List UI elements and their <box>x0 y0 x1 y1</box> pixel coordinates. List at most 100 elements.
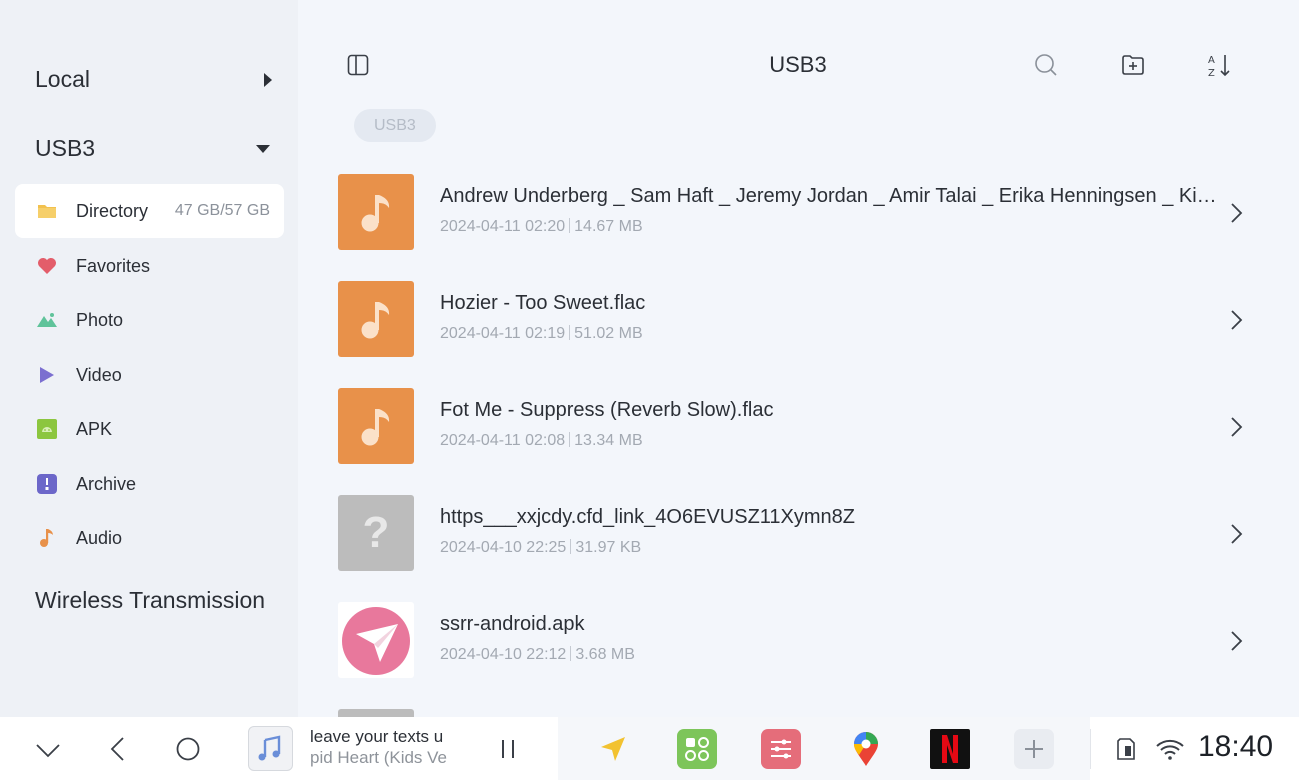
expand-arrow-icon <box>264 72 272 87</box>
wifi-status[interactable] <box>1154 717 1186 780</box>
play-icon <box>37 365 57 385</box>
file-date: 2024-04-10 22:12 <box>440 646 567 663</box>
navigation-arrow-icon <box>601 736 625 761</box>
wireless-label: Wireless Transmission <box>35 587 266 613</box>
sidebar-item-archive[interactable]: Archive <box>15 457 284 511</box>
equalizer-app-button[interactable] <box>760 717 802 780</box>
sidebar-item-directory[interactable]: Directory 47 GB/57 GB <box>15 184 284 238</box>
chevron-right-icon <box>1231 417 1243 437</box>
add-app-button[interactable] <box>1013 717 1055 780</box>
apk-file-thumbnail <box>338 602 414 678</box>
question-mark-icon: ? <box>362 508 390 557</box>
pause-button[interactable] <box>492 717 524 780</box>
file-size: 3.68 MB <box>575 646 635 663</box>
sidebar-item-label: Video <box>76 364 122 385</box>
new-folder-button[interactable] <box>1118 50 1148 80</box>
add-folder-icon <box>1122 55 1144 75</box>
search-button[interactable] <box>1031 50 1061 80</box>
netflix-app-button[interactable] <box>929 717 971 780</box>
file-row[interactable]: Andrew Underberg _ Sam Haft _ Jeremy Jor… <box>338 174 1268 264</box>
sidebar-toggle-icon <box>347 54 369 76</box>
landscape-icon <box>37 310 57 330</box>
launcher-app-button[interactable] <box>676 717 718 780</box>
pause-icon <box>502 739 514 758</box>
now-playing-line2: pid Heart (Kids Ve <box>310 748 448 767</box>
local-storage-header[interactable]: Local <box>35 66 272 93</box>
music-note-icon <box>361 195 390 232</box>
file-row[interactable]: Hozier - Too Sweet.flac 2024-04-11 02:19… <box>338 281 1268 371</box>
now-playing-line1: leave your texts u <box>310 727 444 746</box>
usb-storage-header[interactable]: USB3 <box>35 135 272 162</box>
sidebar-item-label: Archive <box>76 473 137 494</box>
app-dock <box>558 717 1090 780</box>
local-label: Local <box>35 66 90 92</box>
hide-bar-button[interactable] <box>28 717 68 780</box>
file-row-partial[interactable] <box>338 709 1268 717</box>
storage-status[interactable] <box>1112 717 1140 780</box>
breadcrumb[interactable]: USB3 <box>354 109 436 142</box>
sidebar-item-audio[interactable]: Audio <box>15 511 284 565</box>
file-size: 13.34 MB <box>574 432 643 449</box>
file-name: Fot Me - Suppress (Reverb Slow).flac <box>440 399 774 421</box>
sidebar-item-label: Photo <box>76 309 124 330</box>
file-thumbnail <box>338 709 414 717</box>
file-name: https___xxjcdy.cfd_link_4O6EVUSZ11Xymn8Z <box>440 506 856 528</box>
file-size: 31.97 KB <box>575 539 642 556</box>
sidebar-item-label: Directory <box>76 200 149 221</box>
sidebar-item-label: APK <box>76 418 113 439</box>
grid-app-icon <box>677 728 717 769</box>
music-note-icon <box>37 528 57 548</box>
chevron-down-icon <box>36 743 60 757</box>
home-circle-icon <box>176 737 200 760</box>
back-button[interactable] <box>100 717 136 780</box>
android-icon <box>37 419 57 439</box>
bar-divider <box>1090 729 1091 769</box>
sd-card-icon <box>1117 737 1135 760</box>
home-button[interactable] <box>168 717 208 780</box>
file-row[interactable]: ssrr-android.apk 2024-04-10 22:12 3.68 MB <box>338 602 1268 692</box>
music-note-icon <box>361 302 390 339</box>
sidebar-item-favorites[interactable]: Favorites <box>15 239 284 293</box>
music-player-icon <box>247 726 293 771</box>
page-title: USB3 <box>769 52 827 77</box>
plus-icon <box>1014 728 1054 769</box>
map-pin-icon <box>854 731 878 766</box>
sidebar-item-label: Favorites <box>76 255 151 276</box>
sort-button[interactable]: A Z <box>1205 50 1235 80</box>
sidebar-item-video[interactable]: Video <box>15 348 284 402</box>
music-note-icon <box>361 409 390 446</box>
usb-label: USB3 <box>35 135 96 161</box>
file-date: 2024-04-11 02:08 <box>440 432 566 449</box>
file-meta: 2024-04-11 02:19 51.02 MB <box>440 325 643 343</box>
navigation-app-button[interactable] <box>592 717 634 780</box>
wifi-icon <box>1156 739 1184 760</box>
chevron-right-icon <box>1231 203 1243 223</box>
sort-az-icon: A Z <box>1208 55 1230 78</box>
audio-file-thumbnail <box>338 388 414 464</box>
music-app-button[interactable] <box>247 717 293 780</box>
file-row[interactable]: Fot Me - Suppress (Reverb Slow).flac 202… <box>338 388 1268 478</box>
audio-file-thumbnail <box>338 174 414 250</box>
audio-file-thumbnail <box>338 281 414 357</box>
sidebar-item-apk[interactable]: APK <box>15 402 284 456</box>
file-date: 2024-04-10 22:25 <box>440 539 567 556</box>
search-icon <box>1035 54 1057 76</box>
file-meta: 2024-04-10 22:25 31.97 KB <box>440 539 641 557</box>
archive-icon <box>37 474 57 494</box>
file-list-panel: USB3 A Z USB3 Andrew Underberg _ Sam Haf… <box>298 0 1299 717</box>
file-meta: 2024-04-11 02:20 14.67 MB <box>440 218 643 236</box>
wireless-transmission[interactable]: Wireless Transmission <box>35 587 272 614</box>
chevron-right-icon <box>1231 631 1243 651</box>
chevron-right-icon <box>1231 310 1243 330</box>
file-date: 2024-04-11 02:20 <box>440 218 566 235</box>
meta-divider <box>570 539 572 554</box>
meta-divider <box>569 218 571 233</box>
sidebar-item-photo[interactable]: Photo <box>15 293 284 347</box>
file-name: ssrr-android.apk <box>440 613 585 635</box>
toggle-sidebar-button[interactable] <box>343 50 373 80</box>
file-row[interactable]: ? https___xxjcdy.cfd_link_4O6EVUSZ11Xymn… <box>338 495 1268 585</box>
maps-app-button[interactable] <box>845 717 887 780</box>
folder-icon <box>37 201 57 221</box>
chevron-right-icon <box>1231 524 1243 544</box>
now-playing-text[interactable]: leave your texts u pid Heart (Kids Ve <box>310 726 458 768</box>
